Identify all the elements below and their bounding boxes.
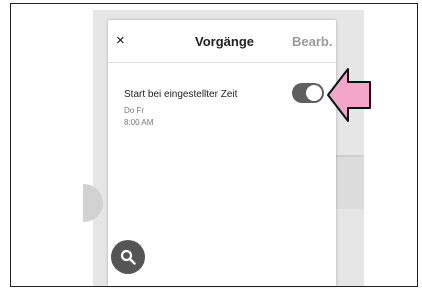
dialog-header: × Vorgänge Bearb. — [108, 20, 336, 63]
close-icon[interactable]: × — [116, 32, 125, 50]
procedure-title: Start bei eingestellter Zeit — [124, 89, 238, 100]
procedures-dialog: × Vorgänge Bearb. Start bei eingestellte… — [108, 20, 336, 286]
background-side-block — [336, 157, 364, 209]
search-icon — [120, 249, 136, 265]
dialog-title: Vorgänge — [195, 34, 254, 49]
pointer-arrow-icon — [327, 68, 371, 122]
procedure-days: Do Fr — [124, 106, 144, 115]
procedure-toggle[interactable] — [292, 83, 324, 103]
procedure-time: 8:00 AM — [124, 118, 154, 127]
edit-button[interactable]: Bearb. — [292, 34, 332, 50]
toggle-knob — [306, 85, 322, 101]
search-button[interactable] — [111, 240, 145, 274]
